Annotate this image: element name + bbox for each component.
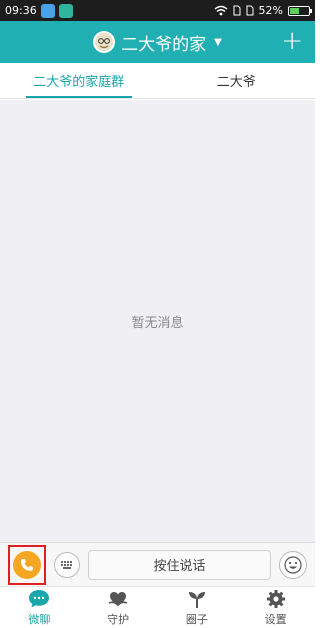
family-avatar [93,31,116,53]
message-list: 暂无消息 [0,100,315,542]
status-bar: 09:36 52% [0,0,315,21]
emoji-button[interactable] [279,550,307,579]
bottom-nav: 微聊 守护 圈子 设置 [0,586,315,628]
elder-face-icon [95,33,114,51]
add-button[interactable]: + [281,27,303,55]
tab-family-group[interactable]: 二大爷的家庭群 [0,63,158,98]
sprout-icon [186,589,208,609]
usb-app-icon [58,3,73,18]
app-header: 二大爷的家 ▼ + [0,21,315,63]
chat-icon [28,589,50,609]
tab-bar: 二大爷的家庭群 二大爷 [0,63,315,99]
sim1-icon [233,5,241,16]
page-title: 二大爷的家 [121,34,207,55]
battery-percent: 52% [258,4,283,17]
nav-item-guard[interactable]: 守护 [79,587,158,628]
call-button-highlight[interactable] [8,544,46,585]
empty-state-text: 暂无消息 [131,315,184,331]
gear-icon [265,589,287,609]
nav-item-settings[interactable]: 设置 [236,587,315,628]
chevron-down-icon: ▼ [214,36,222,48]
clock: 09:36 [5,4,37,17]
hold-to-talk-button[interactable]: 按住说话 [88,549,271,580]
weather-app-icon [40,3,55,18]
keyboard-button[interactable] [54,551,80,578]
nav-label-settings: 设置 [264,612,287,626]
keyboard-icon [61,560,72,569]
call-button[interactable] [13,550,41,579]
guard-icon [107,589,129,609]
wifi-icon [214,5,227,16]
nav-label-chat: 微聊 [28,612,51,626]
input-bar: 按住说话 [0,542,315,586]
nav-item-chat[interactable]: 微聊 [0,587,79,628]
sim2-icon [246,5,254,16]
nav-item-circle[interactable]: 圈子 [158,587,237,628]
tab-contact[interactable]: 二大爷 [158,63,316,98]
phone-icon [20,558,33,571]
nav-label-guard: 守护 [107,612,130,626]
emoji-icon [284,555,302,574]
nav-label-circle: 圈子 [185,612,208,626]
family-selector[interactable]: 二大爷的家 ▼ [93,30,222,55]
battery-icon [288,5,312,16]
